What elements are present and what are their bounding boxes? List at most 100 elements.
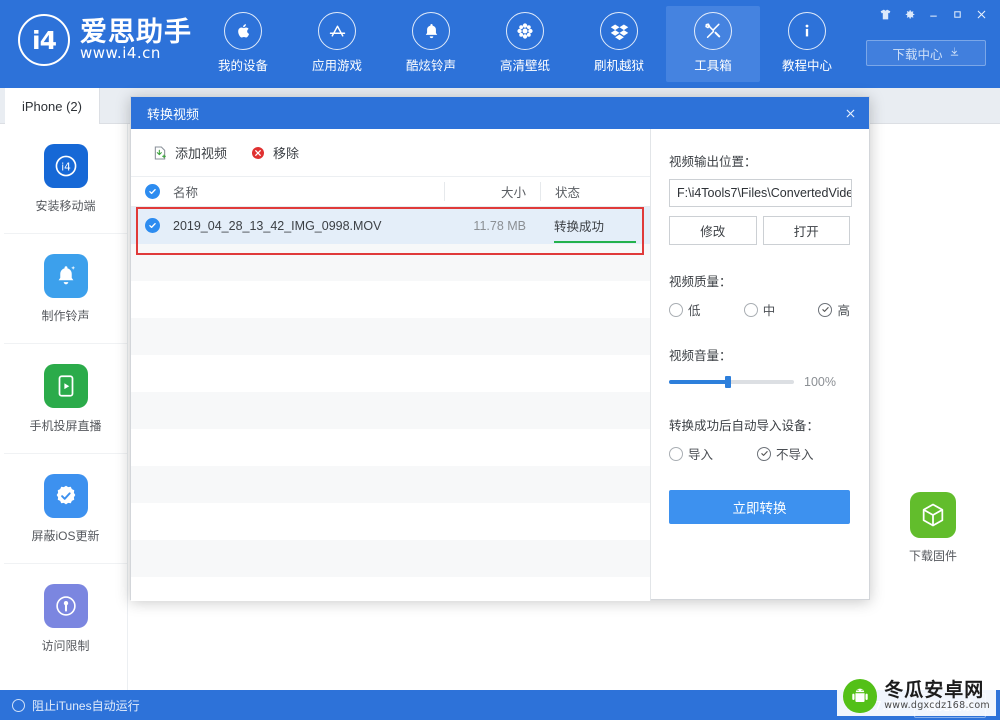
- nav-item-tutorials[interactable]: 教程中心: [760, 6, 854, 82]
- check-icon: [144, 218, 160, 233]
- table-row[interactable]: [131, 429, 650, 466]
- quality-label: 高: [837, 304, 850, 318]
- sidebar-item-install-mobile[interactable]: i4 安装移动端: [4, 124, 127, 234]
- table-row[interactable]: [131, 466, 650, 503]
- dialog-titlebar: 转换视频: [131, 97, 869, 129]
- tool-download-firmware[interactable]: 下载固件: [888, 492, 978, 564]
- add-video-label: 添加视频: [175, 146, 228, 161]
- sidebar-item-label: 手机投屏直播: [29, 418, 102, 433]
- path-buttons: 修改 打开: [669, 216, 850, 245]
- select-all-checkbox[interactable]: [131, 184, 173, 199]
- gear-shield-icon: [43, 473, 88, 518]
- convert-video-dialog: 转换视频 添加视频 移除 名称 大小 状态 2019_04_28_13_42_I…: [130, 96, 870, 601]
- column-header-name: 名称: [173, 186, 199, 200]
- i4-logo-icon: i4: [18, 14, 70, 66]
- window-controls: [874, 4, 992, 24]
- table-row[interactable]: [131, 392, 650, 429]
- column-header-status: 状态: [540, 182, 650, 201]
- app-header: i4 爱思助手 www.i4.cn 我的设备 应用游戏 酷炫铃声 高清壁纸 刷机…: [0, 0, 1000, 88]
- nav-label: 我的设备: [217, 59, 268, 73]
- add-file-icon: [151, 144, 168, 161]
- download-center-label: 下载中心: [892, 47, 943, 62]
- sidebar-item-block-ios-update[interactable]: 屏蔽iOS更新: [4, 454, 127, 564]
- nav-item-ringtones[interactable]: 酷炫铃声: [384, 6, 478, 82]
- nav-label: 酷炫铃声: [405, 59, 456, 73]
- watermark-text: 冬瓜安卓网 www.dgxcdz168.com: [884, 680, 990, 712]
- svg-text:i4: i4: [61, 161, 71, 173]
- logo-title: 爱思助手: [80, 16, 192, 47]
- close-icon[interactable]: [831, 97, 869, 129]
- main-nav: 我的设备 应用游戏 酷炫铃声 高清壁纸 刷机越狱 工具箱 教程中心: [196, 6, 854, 82]
- android-mascot-icon: [843, 679, 878, 713]
- table-row[interactable]: [131, 540, 650, 577]
- table-row[interactable]: [131, 318, 650, 355]
- nav-label: 刷机越狱: [593, 59, 644, 73]
- sidebar-item-label: 制作铃声: [41, 308, 90, 323]
- table-row[interactable]: [131, 355, 650, 392]
- key-lock-icon: [43, 584, 88, 628]
- radio-icon: [669, 302, 683, 317]
- nav-item-apps-games[interactable]: 应用游戏: [290, 6, 384, 82]
- close-icon[interactable]: [970, 4, 992, 24]
- column-header-size: 大小: [444, 182, 540, 201]
- file-list-pane: 添加视频 移除 名称 大小 状态 2019_04_28_13_42_IMG_09…: [131, 129, 651, 601]
- watermark-url: www.dgxcdz168.com: [884, 700, 990, 712]
- skin-icon[interactable]: [874, 4, 896, 24]
- sidebar-item-access-restriction[interactable]: 访问限制: [4, 564, 127, 674]
- quality-option-medium[interactable]: 中: [743, 300, 809, 319]
- row-checkbox[interactable]: [131, 218, 173, 233]
- volume-value: 100%: [804, 375, 836, 389]
- screen-cast-icon: [43, 363, 88, 408]
- radio-icon: [669, 446, 683, 461]
- gear-icon[interactable]: [898, 4, 920, 24]
- add-video-button[interactable]: 添加视频: [151, 143, 227, 162]
- sidebar-item-label: 安装移动端: [35, 198, 96, 213]
- flower-icon: [506, 12, 544, 50]
- table-row[interactable]: [131, 244, 650, 281]
- sidebar-item-label: 屏蔽iOS更新: [31, 528, 100, 543]
- nav-item-wallpapers[interactable]: 高清壁纸: [478, 6, 572, 82]
- block-itunes-label: 阻止iTunes自动运行: [32, 698, 140, 713]
- logo-text: 爱思助手 www.i4.cn: [80, 18, 192, 62]
- row-status-label: 转换成功: [554, 220, 605, 234]
- table-row[interactable]: [131, 577, 650, 601]
- quality-option-high[interactable]: 高: [818, 300, 850, 319]
- remove-button[interactable]: 移除: [249, 143, 299, 162]
- dialog-body: 添加视频 移除 名称 大小 状态 2019_04_28_13_42_IMG_09…: [131, 129, 869, 601]
- tools-icon: [694, 12, 732, 50]
- bell-plus-icon: [43, 253, 88, 298]
- output-path-label: 视频输出位置：: [669, 155, 757, 169]
- app-window: i4 爱思助手 www.i4.cn 我的设备 应用游戏 酷炫铃声 高清壁纸 刷机…: [0, 0, 1000, 720]
- download-center-button[interactable]: 下载中心: [866, 40, 986, 66]
- table-row[interactable]: [131, 503, 650, 540]
- appstore-icon: [318, 12, 356, 50]
- maximize-icon[interactable]: [946, 4, 968, 24]
- modify-path-button[interactable]: 修改: [669, 216, 757, 245]
- row-filesize: 11.78 MB: [473, 218, 526, 233]
- output-path-input[interactable]: F:\i4Tools7\Files\ConvertedVideo: [669, 179, 852, 207]
- minimize-icon[interactable]: [922, 4, 944, 24]
- nav-item-flash-jailbreak[interactable]: 刷机越狱: [572, 6, 666, 82]
- tab-iphone[interactable]: iPhone (2): [5, 88, 100, 124]
- nav-item-toolbox[interactable]: 工具箱: [666, 6, 760, 82]
- volume-slider-thumb[interactable]: [724, 376, 731, 388]
- import-option-no[interactable]: 不导入: [757, 444, 814, 463]
- check-icon: [144, 184, 160, 199]
- video-volume-label: 视频音量：: [669, 349, 732, 363]
- auto-import-radios: 导入 不导入: [669, 444, 850, 463]
- sidebar-item-screen-cast[interactable]: 手机投屏直播: [4, 344, 127, 454]
- quality-option-low[interactable]: 低: [669, 300, 734, 319]
- volume-slider[interactable]: [669, 376, 794, 388]
- nav-item-my-device[interactable]: 我的设备: [196, 6, 290, 82]
- table-row[interactable]: 2019_04_28_13_42_IMG_0998.MOV 11.78 MB 转…: [131, 207, 650, 244]
- volume-slider-row: 100%: [669, 375, 850, 389]
- radio-checked-icon: [818, 302, 833, 317]
- open-folder-button[interactable]: 打开: [762, 216, 850, 245]
- import-option-yes[interactable]: 导入: [669, 444, 747, 463]
- volume-slider-fill: [669, 380, 728, 384]
- convert-now-button[interactable]: 立即转换: [669, 490, 850, 524]
- sidebar-item-make-ringtone[interactable]: 制作铃声: [4, 234, 127, 344]
- block-itunes-toggle[interactable]: 阻止iTunes自动运行: [12, 690, 140, 720]
- table-row[interactable]: [131, 281, 650, 318]
- bell-icon: [412, 12, 450, 50]
